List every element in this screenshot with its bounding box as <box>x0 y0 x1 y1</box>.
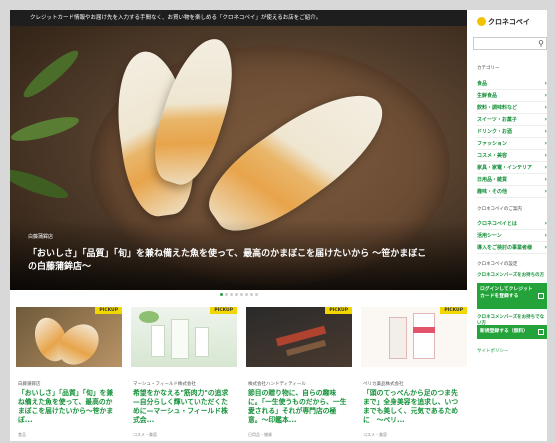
chevron-right-icon: › <box>544 244 547 251</box>
chevron-right-icon: › <box>544 188 547 195</box>
external-link-icon <box>538 293 544 299</box>
chevron-right-icon: › <box>544 104 547 111</box>
logo-text: クロネコペイ <box>488 18 530 26</box>
category-item[interactable]: ドリンク・お酒 › <box>477 126 547 138</box>
chevron-right-icon: › <box>544 232 547 239</box>
card-shop-name: ペリカ薬品株式会社 <box>363 382 404 387</box>
settings-heading: クロネコペイの設定 <box>477 262 518 267</box>
pickup-card[interactable]: PICKUP マーシュ・フィールド株式会社 希望をかなえる"筋肉力"の追求 —自… <box>131 307 237 441</box>
carousel-dot[interactable] <box>244 293 248 296</box>
chevron-right-icon: › <box>544 80 547 87</box>
category-item[interactable]: 食品 › <box>477 78 547 90</box>
main-column: クレジットカード情報やお届け先を入力する手間なく、お買い物を楽しめる「クロネコペ… <box>10 10 467 441</box>
kuroneko-pay-logo[interactable]: クロネコペイ <box>477 16 530 27</box>
carousel-dot[interactable] <box>239 293 243 296</box>
card-thumbnail <box>361 307 467 367</box>
carousel-dots <box>10 293 467 296</box>
category-item[interactable]: スイーツ・お菓子 › <box>477 114 547 126</box>
card-category: 食品 <box>18 432 26 437</box>
card-shop-name: マーシュ・フィールド株式会社 <box>133 382 196 387</box>
category-item[interactable]: 生鮮食品 › <box>477 90 547 102</box>
pickup-badge: PICKUP <box>440 307 467 314</box>
leaf-decoration <box>10 112 81 146</box>
guide-item[interactable]: クロネコペイとは › <box>477 218 547 230</box>
chevron-right-icon: › <box>544 116 547 123</box>
page: クレジットカード情報やお届け先を入力する手間なく、お買い物を楽しめる「クロネコペ… <box>10 10 547 441</box>
notice-bar: クレジットカード情報やお届け先を入力する手間なく、お買い物を楽しめる「クロネコペ… <box>10 10 467 26</box>
card-category: 日用品・雑貨 <box>248 432 272 437</box>
external-link-icon <box>538 329 544 335</box>
category-item[interactable]: コスメ・美容 › <box>477 150 547 162</box>
pickup-badge: PICKUP <box>325 307 352 314</box>
card-title[interactable]: 節目の贈り物に、自らの趣味に。「一生使うものだから、一生愛される」それが専門店の… <box>248 389 348 425</box>
leaf-decoration <box>19 45 83 103</box>
search-icon[interactable]: ⚲ <box>538 38 544 49</box>
pickup-cards: PICKUP 白藤蒲鉾店 「おいしさ」「品質」「旬」を兼ね備えた魚を使って、最高… <box>16 307 467 441</box>
hero-shop-name: 白藤蒲鉾店 <box>28 234 54 240</box>
signup-button[interactable]: 新規登録する（無料） <box>477 325 547 339</box>
card-shop-name: 株式会社ハンドディティール <box>248 382 306 387</box>
category-heading: カテゴリー <box>477 66 500 71</box>
guide-heading: クロネコペイのご案内 <box>477 207 522 212</box>
category-item[interactable]: 飲料・調味料など › <box>477 102 547 114</box>
search-input[interactable] <box>476 39 534 48</box>
card-thumbnail <box>131 307 237 367</box>
hero-title[interactable]: 「おいしさ」「品質」「旬」を兼ね備えた魚を使って、最高のかまぼこを届けたいから … <box>28 248 428 274</box>
carousel-dot[interactable] <box>224 293 228 296</box>
category-item[interactable]: 日用品・雑貨 › <box>477 174 547 186</box>
carousel-dot[interactable] <box>219 293 223 296</box>
leaf-decoration <box>10 164 71 204</box>
card-title[interactable]: 希望をかなえる"筋肉力"の追求 —自分らしく輝いていただくために—マーシュ・フィ… <box>133 389 235 425</box>
carousel-dot[interactable] <box>234 293 238 296</box>
card-thumbnail <box>16 307 122 367</box>
pickup-card[interactable]: PICKUP 白藤蒲鉾店 「おいしさ」「品質」「旬」を兼ね備えた魚を使って、最高… <box>16 307 122 441</box>
kuroneko-cat-icon <box>477 16 486 26</box>
card-category: コスメ・美容 <box>363 432 387 437</box>
chevron-right-icon: › <box>544 92 547 99</box>
category-item[interactable]: 趣味・その他 › <box>477 186 547 198</box>
pickup-card[interactable]: PICKUP ペリカ薬品株式会社 「頭のてっぺんから足のつま先まで」全身美容を追… <box>361 307 467 441</box>
category-item[interactable]: ファッション › <box>477 138 547 150</box>
guide-item[interactable]: 導入をご検討の事業者様 › <box>477 242 547 254</box>
chevron-right-icon: › <box>544 164 547 171</box>
guide-item[interactable]: 活用シーン › <box>477 230 547 242</box>
hero-banner[interactable]: 白藤蒲鉾店 「おいしさ」「品質」「旬」を兼ね備えた魚を使って、最高のかまぼこを届… <box>10 26 467 290</box>
card-category: コスメ・美容 <box>133 432 157 437</box>
card-title[interactable]: 「頭のてっぺんから足のつま先まで」全身美容を追求し、いつまでも美しく、元気である… <box>363 389 463 425</box>
chevron-right-icon: › <box>544 176 547 183</box>
pickup-card[interactable]: PICKUP 株式会社ハンドディティール 節目の贈り物に、自らの趣味に。「一生使… <box>246 307 352 441</box>
chevron-right-icon: › <box>544 220 547 227</box>
sidebar: クロネコペイ ⚲ カテゴリー 食品 › 生鮮食品 › 飲料・調味料など › スイーツ・… <box>473 10 547 441</box>
member-subheading: クロネコメンバーズをお持ちの方 <box>477 273 545 278</box>
card-thumbnail <box>246 307 352 367</box>
chevron-right-icon: › <box>544 128 547 135</box>
chevron-right-icon: › <box>544 152 547 159</box>
card-title[interactable]: 「おいしさ」「品質」「旬」を兼ね備えた魚を使って、最高のかまぼこを届けたいから～… <box>18 389 118 425</box>
carousel-dot[interactable] <box>229 293 233 296</box>
search-box[interactable]: ⚲ <box>473 37 547 50</box>
chevron-right-icon: › <box>544 140 547 147</box>
login-register-card-button[interactable]: ログインしてクレジットカードを登録する <box>477 283 547 309</box>
site-policy-link[interactable]: サイトポリシー <box>477 348 509 354</box>
card-shop-name: 白藤蒲鉾店 <box>18 382 41 387</box>
carousel-dot[interactable] <box>254 293 258 296</box>
pickup-badge: PICKUP <box>210 307 237 314</box>
category-item[interactable]: 家具・家電・インテリア › <box>477 162 547 174</box>
pickup-badge: PICKUP <box>95 307 122 314</box>
carousel-dot[interactable] <box>249 293 253 296</box>
